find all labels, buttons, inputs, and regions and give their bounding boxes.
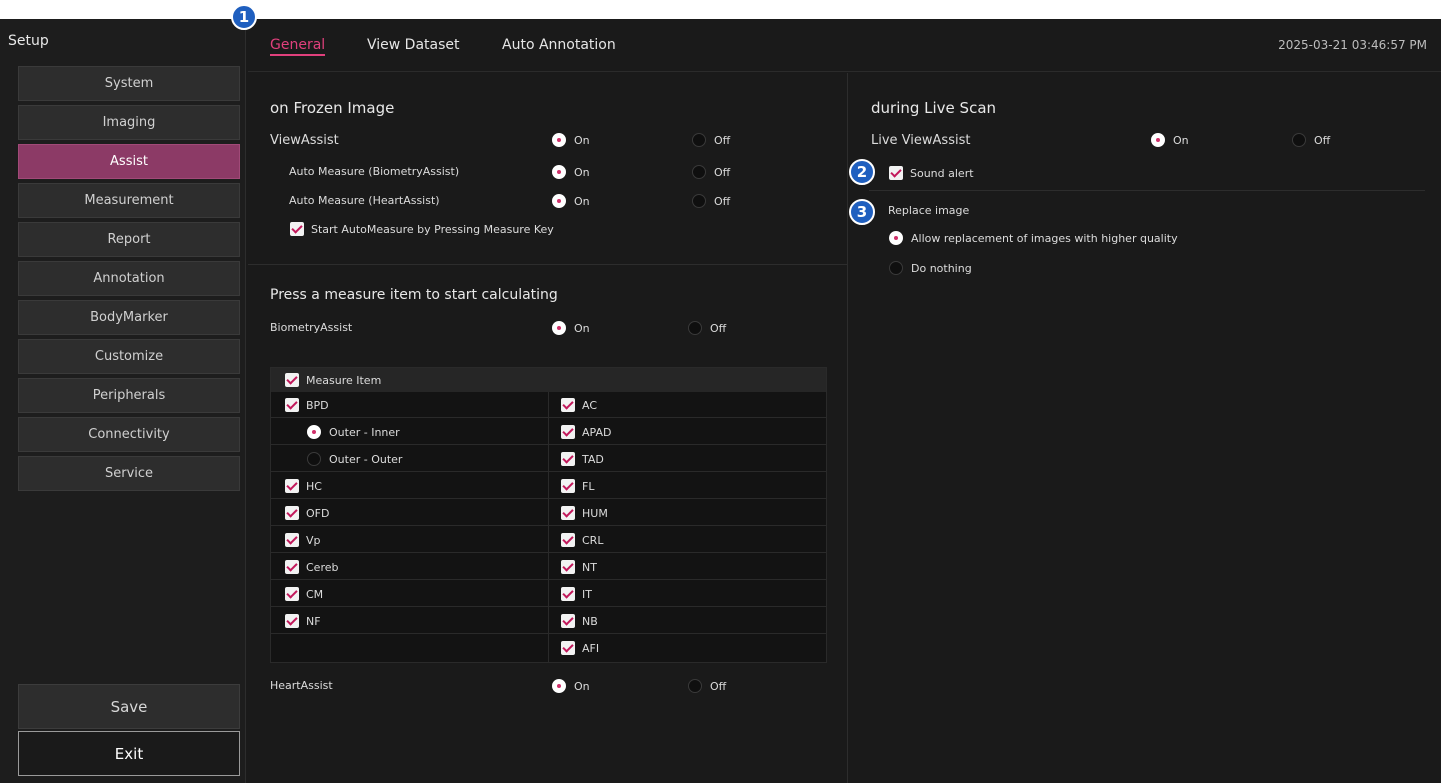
measure-nf-checkbox[interactable]: NF	[285, 614, 321, 628]
heartassist-off-radio[interactable]: Off	[688, 679, 726, 693]
table-row: TAD	[549, 446, 826, 472]
table-header: Measure Item	[271, 368, 826, 392]
auto-heart-off-radio[interactable]: Off	[692, 194, 730, 208]
save-button[interactable]: Save	[18, 684, 240, 729]
measure-vp-checkbox[interactable]: Vp	[285, 533, 321, 547]
table-row: Outer - Inner	[271, 419, 548, 445]
biometryassist-on-radio[interactable]: On	[552, 321, 590, 335]
table-row: Vp	[271, 527, 548, 553]
table-row: CM	[271, 581, 548, 607]
sidebar-item-measurement[interactable]: Measurement	[18, 183, 240, 218]
table-row: OFD	[271, 500, 548, 526]
sidebar-title: Setup	[8, 33, 49, 49]
measure-apad-checkbox[interactable]: APAD	[561, 425, 611, 439]
table-row: FL	[549, 473, 826, 499]
measure-nb-checkbox[interactable]: NB	[561, 614, 598, 628]
table-row: NB	[549, 608, 826, 634]
sidebar-item-connectivity[interactable]: Connectivity	[18, 417, 240, 452]
table-row: Outer - Outer	[271, 446, 548, 472]
table-row: AC	[549, 392, 826, 418]
section-divider	[248, 264, 848, 265]
general-right-panel: during Live Scan Live ViewAssist On Off …	[849, 73, 1441, 783]
sidebar-item-imaging[interactable]: Imaging	[18, 105, 240, 140]
measure-section-title: Press a measure item to start calculatin…	[270, 287, 558, 303]
table-row: APAD	[549, 419, 826, 445]
table-row: NT	[549, 554, 826, 580]
table-row: NF	[271, 608, 548, 634]
allow-replacement-radio[interactable]: Allow replacement of images with higher …	[889, 231, 1178, 245]
setup-window: Setup System Imaging Assist Measurement …	[0, 19, 1441, 783]
table-row: IT	[549, 581, 826, 607]
measure-ofd-checkbox[interactable]: OFD	[285, 506, 329, 520]
measure-crl-checkbox[interactable]: CRL	[561, 533, 603, 547]
start-automeasure-checkbox[interactable]: Start AutoMeasure by Pressing Measure Ke…	[290, 222, 554, 236]
replace-image-label: Replace image	[888, 204, 970, 217]
callout-badge-1: 1	[231, 4, 257, 30]
section-divider	[869, 190, 1425, 191]
measure-fl-checkbox[interactable]: FL	[561, 479, 594, 493]
biometryassist-off-radio[interactable]: Off	[688, 321, 726, 335]
measure-cereb-checkbox[interactable]: Cereb	[285, 560, 338, 574]
measure-bpd-checkbox[interactable]: BPD	[285, 398, 329, 412]
measure-item-table: Measure Item BPD Outer - Inner Outer - O…	[270, 367, 827, 663]
exit-button[interactable]: Exit	[18, 731, 240, 776]
viewassist-on-radio[interactable]: On	[552, 133, 590, 147]
live-viewassist-on-radio[interactable]: On	[1151, 133, 1189, 147]
bpd-outer-inner-radio[interactable]: Outer - Inner	[307, 425, 400, 439]
sidebar-item-peripherals[interactable]: Peripherals	[18, 378, 240, 413]
tab-view-dataset[interactable]: View Dataset	[367, 37, 460, 53]
measure-cm-checkbox[interactable]: CM	[285, 587, 323, 601]
auto-heart-on-radio[interactable]: On	[552, 194, 590, 208]
sidebar-item-service[interactable]: Service	[18, 456, 240, 491]
general-left-panel: on Frozen Image ViewAssist On Off Auto M…	[248, 73, 848, 783]
auto-biometry-off-radio[interactable]: Off	[692, 165, 730, 179]
live-scan-title: during Live Scan	[871, 99, 997, 117]
table-row: Cereb	[271, 554, 548, 580]
callout-badge-3: 3	[849, 199, 875, 225]
heartassist-on-radio[interactable]: On	[552, 679, 590, 693]
sidebar: Setup System Imaging Assist Measurement …	[0, 19, 246, 783]
live-viewassist-label: Live ViewAssist	[871, 133, 971, 148]
table-row: CRL	[549, 527, 826, 553]
measure-tad-checkbox[interactable]: TAD	[561, 452, 604, 466]
measure-hum-checkbox[interactable]: HUM	[561, 506, 608, 520]
callout-badge-2: 2	[849, 159, 875, 185]
measure-nt-checkbox[interactable]: NT	[561, 560, 597, 574]
tab-auto-annotation[interactable]: Auto Annotation	[502, 37, 616, 53]
sidebar-nav: System Imaging Assist Measurement Report…	[18, 66, 240, 495]
sidebar-item-assist[interactable]: Assist	[18, 144, 240, 179]
sidebar-item-bodymarker[interactable]: BodyMarker	[18, 300, 240, 335]
tab-general[interactable]: General	[270, 37, 326, 56]
measure-item-all-checkbox[interactable]: Measure Item	[285, 373, 381, 387]
auto-biometry-on-radio[interactable]: On	[552, 165, 590, 179]
sound-alert-checkbox[interactable]: Sound alert	[889, 166, 974, 180]
biometryassist-label: BiometryAssist	[270, 321, 353, 334]
frozen-image-title: on Frozen Image	[270, 99, 395, 117]
table-row: AFI	[549, 635, 826, 661]
live-viewassist-off-radio[interactable]: Off	[1292, 133, 1330, 147]
table-row: HUM	[549, 500, 826, 526]
bpd-outer-outer-radio[interactable]: Outer - Outer	[307, 452, 402, 466]
auto-measure-heart-label: Auto Measure (HeartAssist)	[289, 194, 440, 207]
sidebar-item-report[interactable]: Report	[18, 222, 240, 257]
do-nothing-radio[interactable]: Do nothing	[889, 261, 972, 275]
measure-it-checkbox[interactable]: IT	[561, 587, 592, 601]
heartassist-label: HeartAssist	[270, 679, 333, 692]
table-row: HC	[271, 473, 548, 499]
sidebar-item-customize[interactable]: Customize	[18, 339, 240, 374]
tab-bar: General View Dataset Auto Annotation 202…	[248, 19, 1441, 72]
sidebar-item-system[interactable]: System	[18, 66, 240, 101]
sidebar-item-annotation[interactable]: Annotation	[18, 261, 240, 296]
measure-hc-checkbox[interactable]: HC	[285, 479, 322, 493]
auto-measure-biometry-label: Auto Measure (BiometryAssist)	[289, 165, 460, 178]
clock-timestamp: 2025-03-21 03:46:57 PM	[1278, 38, 1427, 52]
measure-afi-checkbox[interactable]: AFI	[561, 641, 599, 655]
table-row: BPD	[271, 392, 548, 418]
viewassist-off-radio[interactable]: Off	[692, 133, 730, 147]
measure-ac-checkbox[interactable]: AC	[561, 398, 597, 412]
viewassist-label: ViewAssist	[270, 133, 339, 148]
